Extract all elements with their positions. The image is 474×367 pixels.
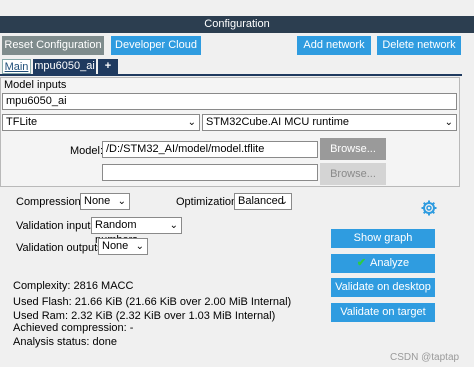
- delete-network-button[interactable]: Delete network: [377, 36, 461, 55]
- chevron-down-icon: ⌄: [135, 241, 144, 252]
- model-path-field[interactable]: /D:/STM32_AI/model/model.tflite: [102, 141, 318, 158]
- browse-disabled-button: Browse...: [320, 163, 386, 185]
- chevron-down-icon: ⌄: [187, 117, 196, 128]
- analyze-button[interactable]: ✔ Analyze: [331, 254, 435, 273]
- network-name-field[interactable]: mpu6050_ai: [2, 93, 457, 110]
- optimization-select[interactable]: Balanced ⌄: [234, 193, 292, 210]
- runtime-select[interactable]: STM32Cube.AI MCU runtime ⌄: [202, 114, 457, 131]
- configuration-title: Configuration: [0, 16, 474, 33]
- reset-configuration-button[interactable]: Reset Configuration: [2, 36, 104, 55]
- complexity-text: Complexity: 2816 MACC: [13, 280, 134, 292]
- validation-inputs-label: Validation inputs:: [16, 220, 99, 232]
- validate-on-desktop-button[interactable]: Validate on desktop: [331, 278, 435, 297]
- used-ram-text: Used Ram: 2.32 KiB (2.32 KiB over 1.03 M…: [13, 310, 276, 322]
- model-inputs-legend: Model inputs: [4, 79, 67, 91]
- watermark-text: CSDN @taptap: [390, 352, 460, 363]
- analysis-status-text: Analysis status: done: [13, 336, 117, 348]
- checkmark-icon: ✔: [356, 257, 367, 269]
- optimization-label: Optimization:: [176, 196, 241, 208]
- compression-label: Compression:: [16, 196, 84, 208]
- window-top-strip: [0, 0, 474, 16]
- add-network-button[interactable]: Add network: [297, 36, 371, 55]
- validation-outputs-label: Validation outputs:: [16, 242, 106, 254]
- tab-mpu6050-ai[interactable]: mpu6050_ai: [33, 59, 96, 74]
- optimization-value: Balanced: [238, 195, 284, 207]
- add-tab-button[interactable]: +: [98, 59, 118, 74]
- validation-outputs-value: None: [102, 240, 129, 252]
- vertical-scrollbar[interactable]: [462, 33, 474, 367]
- validate-on-target-button[interactable]: Validate on target: [331, 303, 435, 322]
- runtime-value: STM32Cube.AI MCU runtime: [206, 116, 350, 128]
- validation-inputs-select[interactable]: Random numbers ⌄: [91, 217, 182, 246]
- chevron-down-icon: ⌄: [444, 117, 453, 128]
- model-label: Model:: [70, 145, 104, 157]
- compression-select[interactable]: None ⌄: [80, 193, 130, 210]
- compression-value: None: [84, 195, 111, 207]
- used-flash-text: Used Flash: 21.66 KiB (21.66 KiB over 2.…: [13, 296, 292, 308]
- validation-outputs-select[interactable]: None ⌄: [98, 238, 148, 255]
- stm32cube-ai-window: { "header": { "title": "Configuration" }…: [0, 0, 474, 367]
- chevron-down-icon: ⌄: [279, 196, 288, 207]
- chevron-down-icon: ⌄: [117, 196, 126, 207]
- show-graph-button[interactable]: Show graph: [331, 229, 435, 248]
- achieved-compression-text: Achieved compression: -: [13, 322, 134, 334]
- tab-underline: [0, 74, 462, 76]
- tab-main[interactable]: Main: [2, 59, 31, 74]
- framework-value: TFLite: [6, 116, 38, 128]
- second-path-field[interactable]: [102, 164, 318, 181]
- gear-icon[interactable]: [421, 200, 437, 216]
- framework-select[interactable]: TFLite ⌄: [2, 114, 200, 131]
- browse-model-button[interactable]: Browse...: [320, 138, 386, 160]
- chevron-down-icon: ⌄: [169, 220, 178, 231]
- analyze-label: Analyze: [370, 257, 410, 269]
- developer-cloud-button[interactable]: Developer Cloud: [111, 36, 201, 55]
